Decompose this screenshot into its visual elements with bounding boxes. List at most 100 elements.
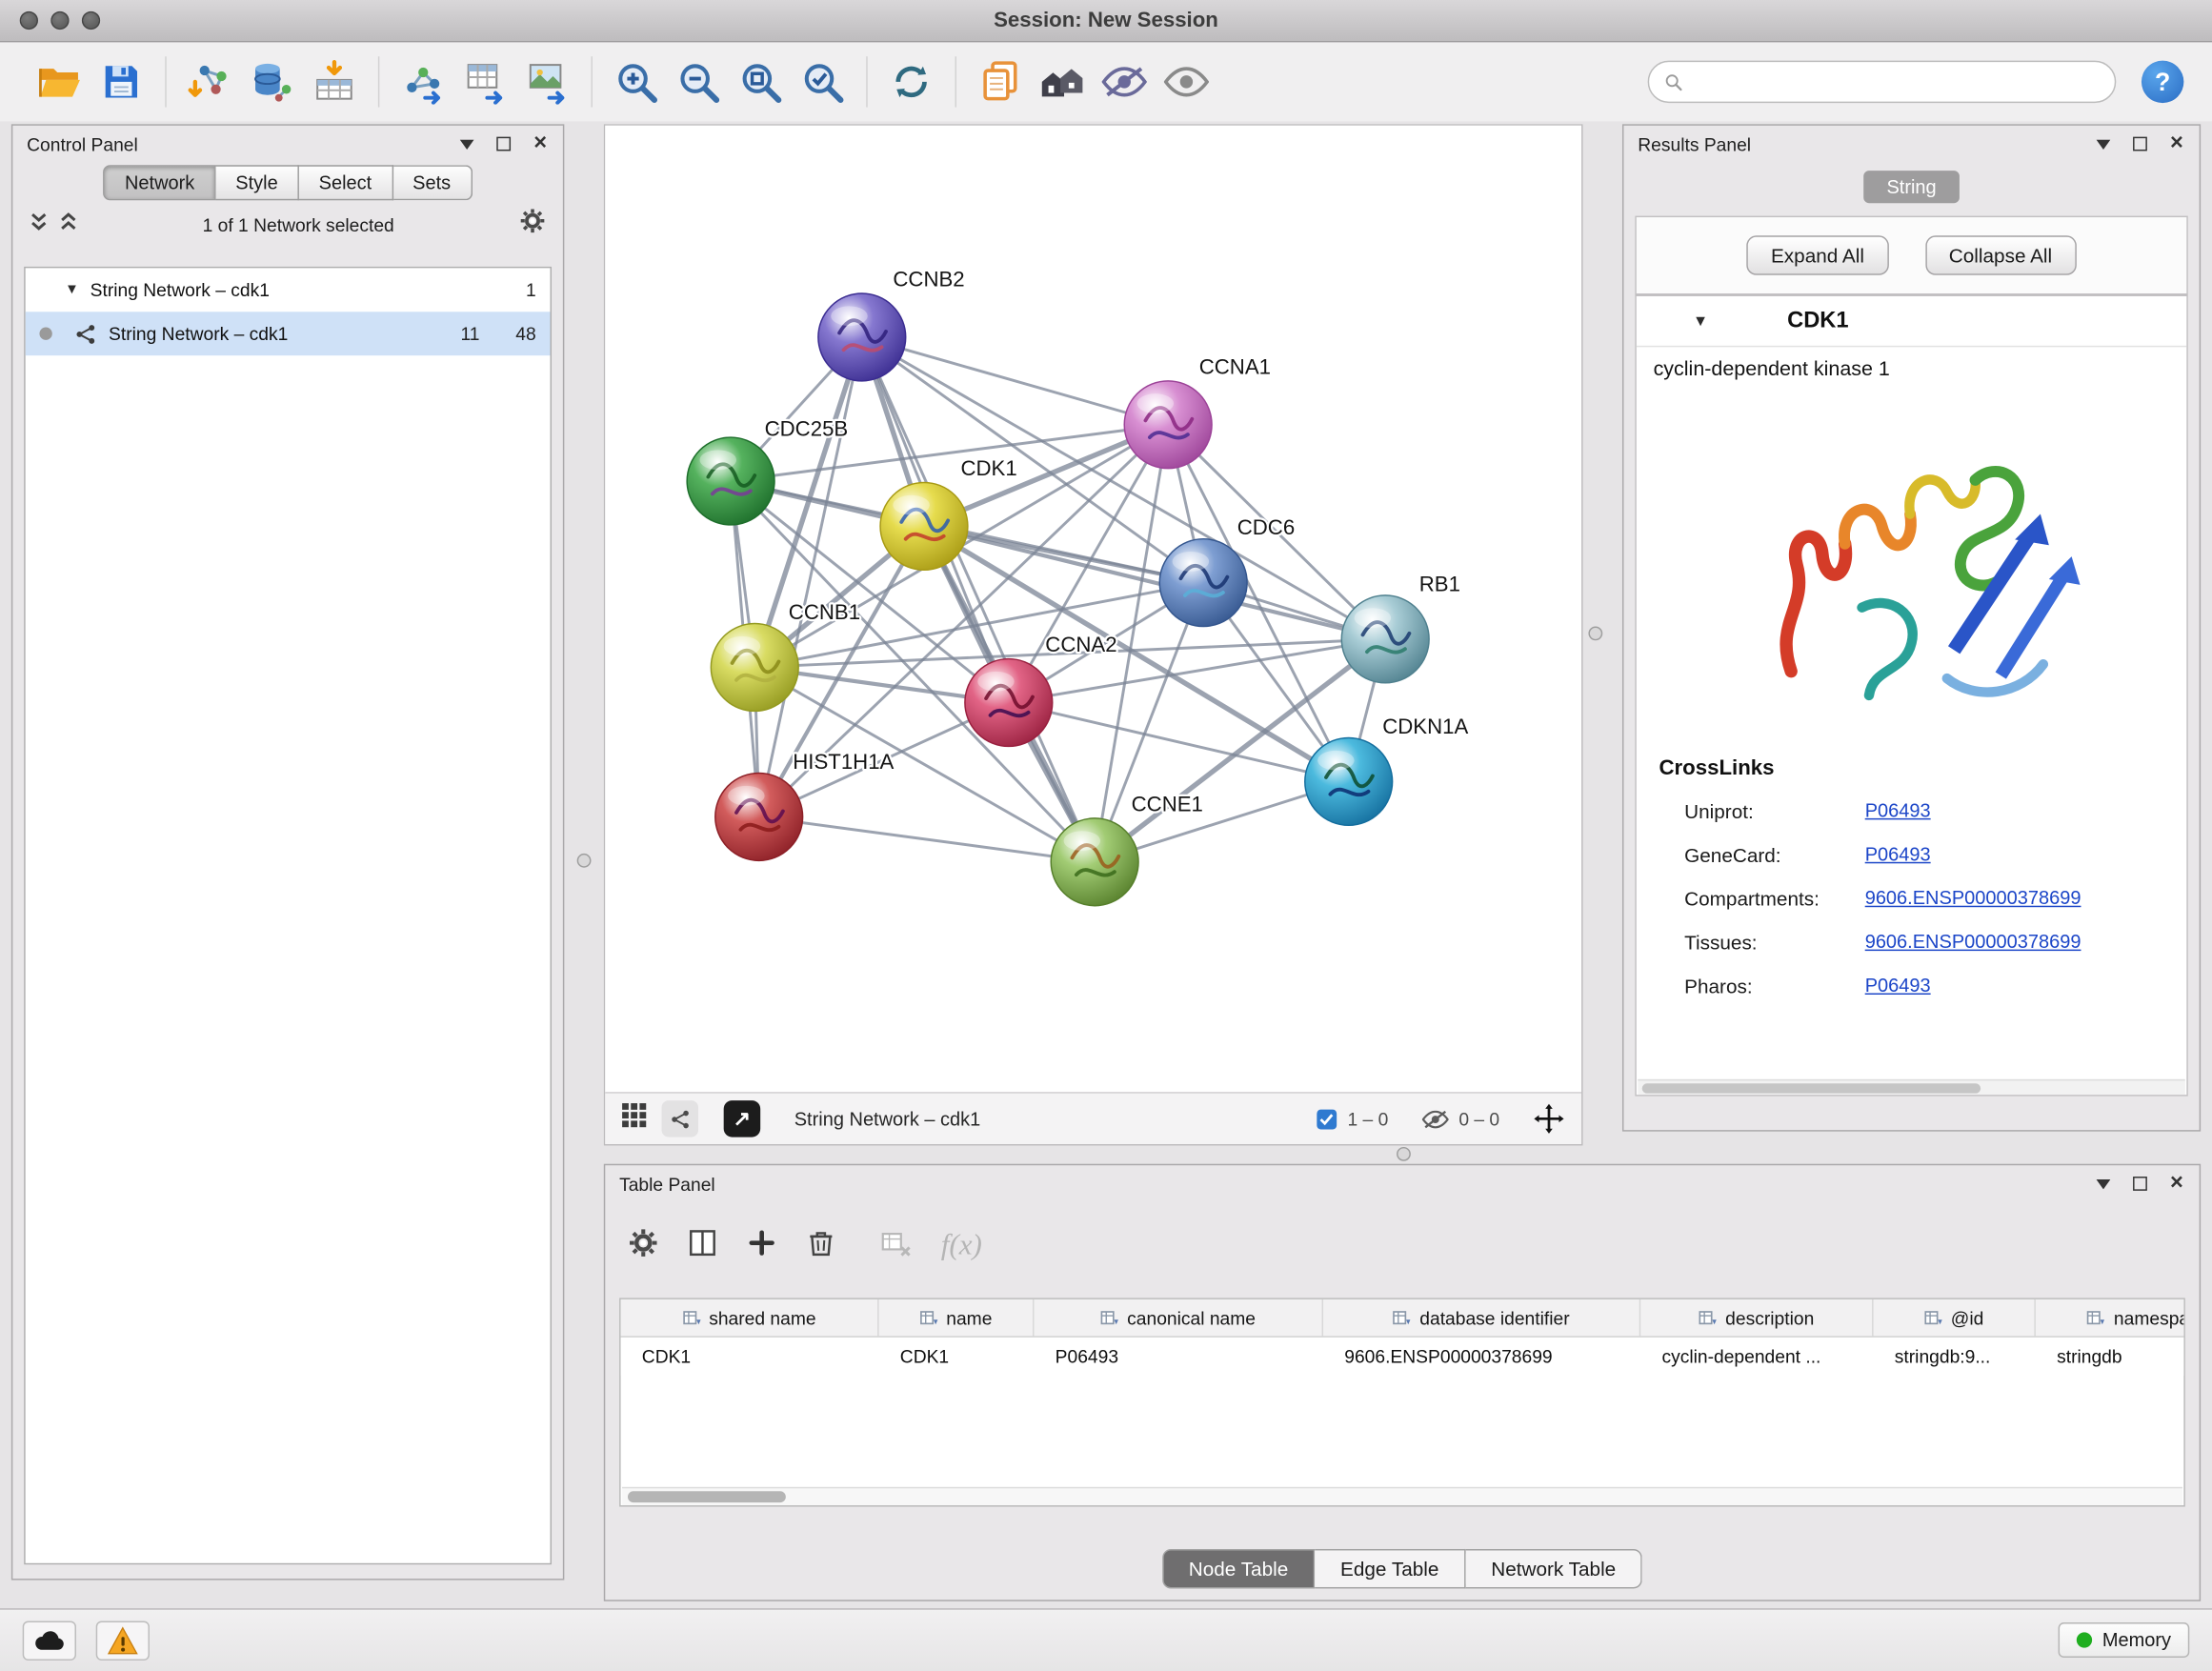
cell-canonical-name[interactable]: P06493	[1034, 1338, 1323, 1376]
column-header-database-identifier[interactable]: database identifier	[1323, 1299, 1640, 1337]
save-session-button[interactable]	[90, 50, 152, 112]
network-node-ccna2[interactable]	[965, 659, 1053, 747]
documents-button[interactable]	[969, 50, 1031, 112]
zoom-fit-button[interactable]	[730, 50, 792, 112]
hide-graphics-details-button[interactable]	[1094, 50, 1156, 112]
network-node-rb1[interactable]	[1341, 595, 1429, 683]
crosslink-link[interactable]: P06493	[1865, 800, 1931, 821]
network-node-ccnb2[interactable]	[818, 293, 906, 381]
network-edge[interactable]	[1009, 702, 1349, 781]
panel-close-button[interactable]: ×	[529, 132, 552, 155]
results-horizontal-scrollbar[interactable]	[1638, 1079, 2185, 1095]
panel-close-button[interactable]: ×	[2165, 1173, 2188, 1196]
scrollbar-thumb[interactable]	[628, 1491, 786, 1502]
crosslink-link[interactable]: P06493	[1865, 844, 1931, 865]
zoom-in-button[interactable]	[605, 50, 667, 112]
network-edge[interactable]	[862, 337, 1168, 425]
memory-button[interactable]: Memory	[2059, 1622, 2189, 1658]
column-header-namespace[interactable]: namespace	[2036, 1299, 2185, 1337]
network-node-cdc6[interactable]	[1159, 539, 1247, 627]
birds-eye-view-button[interactable]	[622, 1102, 648, 1135]
network-row-selected[interactable]: String Network – cdk1 11 48	[26, 312, 551, 355]
column-header-id[interactable]: @id	[1874, 1299, 2036, 1337]
network-edge[interactable]	[759, 337, 862, 816]
panel-float-button[interactable]	[493, 132, 515, 155]
open-session-button[interactable]	[29, 50, 90, 112]
network-node-cdc25b[interactable]	[687, 437, 774, 525]
tab-sets[interactable]: Sets	[392, 165, 472, 200]
panel-menu-button[interactable]	[2092, 1173, 2115, 1196]
crosslink-link[interactable]: 9606.ENSP00000378699	[1865, 887, 2081, 908]
show-columns-button[interactable]	[687, 1227, 721, 1261]
table-row[interactable]: CDK1 CDK1 P06493 9606.ENSP00000378699 cy…	[621, 1338, 2185, 1376]
export-table-button[interactable]	[454, 50, 516, 112]
network-options-gear-button[interactable]	[519, 208, 546, 242]
right-splitter-handle[interactable]	[1588, 627, 1602, 641]
network-node-cdk1[interactable]	[880, 482, 968, 570]
hidden-eye-slash-icon[interactable]	[1422, 1110, 1449, 1128]
import-network-file-button[interactable]	[179, 50, 241, 112]
string-results-tab[interactable]: String	[1864, 171, 1960, 203]
zoom-out-button[interactable]	[667, 50, 729, 112]
open-in-window-button[interactable]: ↗	[724, 1100, 761, 1137]
column-header-description[interactable]: description	[1640, 1299, 1873, 1337]
cell-name[interactable]: CDK1	[879, 1338, 1035, 1376]
import-table-button[interactable]	[303, 50, 365, 112]
tab-network[interactable]: Network	[104, 165, 216, 200]
expand-all-button[interactable]: Expand All	[1747, 235, 1888, 274]
collapse-all-button[interactable]: Collapse All	[1925, 235, 2077, 274]
panel-float-button[interactable]	[2129, 1173, 2152, 1196]
network-node-ccne1[interactable]	[1051, 818, 1138, 906]
protein-section-header[interactable]: ▼ CDK1	[1637, 296, 2187, 347]
export-network-button[interactable]	[392, 50, 454, 112]
collection-caret-icon[interactable]: ▼	[65, 282, 79, 297]
tab-network-table[interactable]: Network Table	[1466, 1549, 1643, 1588]
window-close-button[interactable]	[20, 11, 38, 30]
help-button[interactable]: ?	[2142, 61, 2183, 103]
show-graphics-details-button[interactable]	[1156, 50, 1217, 112]
column-header-shared-name[interactable]: shared name	[621, 1299, 879, 1337]
network-node-ccnb1[interactable]	[711, 624, 798, 712]
network-edge[interactable]	[759, 816, 1095, 861]
warning-button[interactable]	[96, 1621, 150, 1660]
collapse-all-tree-button[interactable]	[59, 211, 77, 237]
left-splitter-handle[interactable]	[577, 854, 592, 868]
tab-node-table[interactable]: Node Table	[1162, 1549, 1316, 1588]
search-box[interactable]	[1648, 61, 2117, 103]
network-edge[interactable]	[862, 337, 1095, 862]
string-view-button[interactable]	[662, 1100, 699, 1137]
window-zoom-button[interactable]	[82, 11, 100, 30]
zoom-selected-button[interactable]	[792, 50, 854, 112]
crosslink-link[interactable]: 9606.ENSP00000378699	[1865, 931, 2081, 952]
network-node-ccna1[interactable]	[1124, 381, 1212, 469]
selected-checkbox-icon[interactable]	[1317, 1108, 1337, 1129]
network-node-cdkn1a[interactable]	[1305, 737, 1393, 825]
horizontal-splitter-handle[interactable]	[1397, 1147, 1411, 1161]
expand-all-tree-button[interactable]	[30, 211, 48, 237]
panel-menu-button[interactable]	[455, 132, 478, 155]
network-canvas[interactable]: CCNB2CCNA1CDC25BCDK1CDC6RB1CCNB1CCNA2CDK…	[605, 126, 1581, 1092]
column-header-canonical-name[interactable]: canonical name	[1034, 1299, 1323, 1337]
window-minimize-button[interactable]	[50, 11, 69, 30]
apply-layout-button[interactable]	[880, 50, 942, 112]
cell-shared-name[interactable]: CDK1	[621, 1338, 879, 1376]
tab-select[interactable]: Select	[299, 165, 393, 200]
import-network-database-button[interactable]	[241, 50, 303, 112]
cell-namespace[interactable]: stringdb	[2036, 1338, 2185, 1376]
network-node-hist1h1a[interactable]	[715, 774, 803, 861]
cell-database-identifier[interactable]: 9606.ENSP00000378699	[1323, 1338, 1640, 1376]
pan-move-icon[interactable]	[1534, 1103, 1565, 1135]
panel-menu-button[interactable]	[2092, 132, 2115, 155]
crosslink-link[interactable]: P06493	[1865, 975, 1931, 996]
search-input[interactable]	[1693, 71, 2101, 92]
panel-close-button[interactable]: ×	[2165, 132, 2188, 155]
cell-description[interactable]: cyclin-dependent ...	[1640, 1338, 1873, 1376]
tab-edge-table[interactable]: Edge Table	[1315, 1549, 1465, 1588]
tab-style[interactable]: Style	[216, 165, 299, 200]
section-caret-icon[interactable]: ▼	[1693, 312, 1708, 330]
table-options-gear-button[interactable]	[628, 1227, 662, 1261]
export-image-button[interactable]	[516, 50, 578, 112]
home-button[interactable]	[1032, 50, 1094, 112]
table-horizontal-scrollbar[interactable]	[622, 1487, 2182, 1505]
network-collection-row[interactable]: ▼ String Network – cdk1 1	[26, 268, 551, 312]
